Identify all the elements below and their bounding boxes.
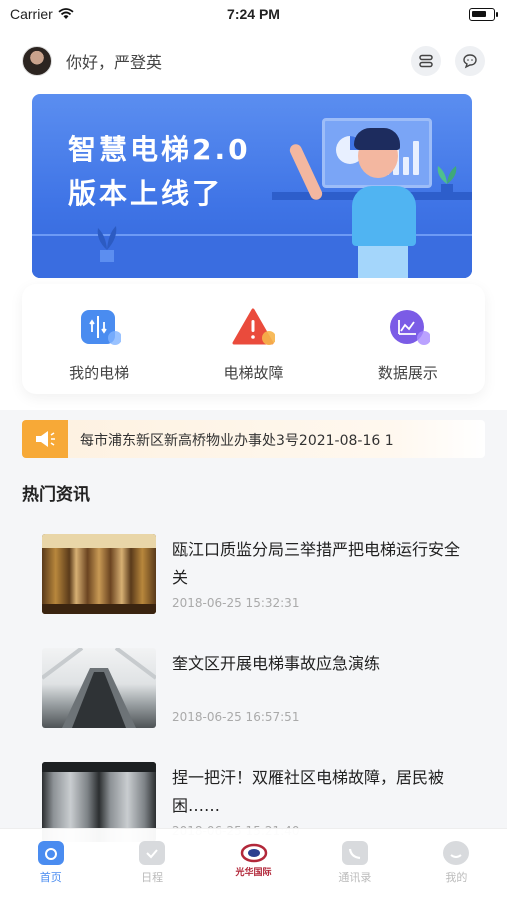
quick-data-display[interactable]: 数据展示 <box>331 284 485 394</box>
header-actions <box>411 46 485 76</box>
chart-icon <box>389 310 430 345</box>
tab-brand[interactable]: 光华国际 <box>203 829 304 900</box>
quick-my-elevator[interactable]: 我的电梯 <box>22 284 176 394</box>
legs-illustration <box>358 244 408 278</box>
avatar[interactable] <box>22 46 52 76</box>
news-section-title: 热门资讯 <box>22 485 90 505</box>
tab-bar: 首页 日程 光华国际 通讯录 我的 <box>0 828 507 900</box>
battery-icon <box>469 8 498 21</box>
banner-title: 智慧电梯2.0 版本上线了 <box>68 128 251 216</box>
elevator-icon <box>81 310 122 345</box>
tab-schedule[interactable]: 日程 <box>101 829 202 900</box>
tab-contacts[interactable]: 通讯录 <box>304 829 405 900</box>
news-date: 2018-06-25 15:32:31 <box>172 596 300 610</box>
plant-illustration <box>97 226 117 262</box>
tab-profile[interactable]: 我的 <box>406 829 507 900</box>
quick-label: 数据展示 <box>377 364 438 382</box>
tab-home[interactable]: 首页 <box>0 829 101 900</box>
warning-icon <box>232 308 276 345</box>
banner-line-2: 版本上线了 <box>68 177 224 210</box>
notice-text: 每市浦东新区新高桥物业办事处3号2021-08-16 1 <box>80 433 394 449</box>
status-bar: Carrier 7:24 PM <box>0 0 507 30</box>
hair-illustration <box>354 128 400 150</box>
plant-illustration <box>437 166 457 194</box>
scan-button[interactable] <box>411 46 441 76</box>
greeting-text: 你好，严登英 <box>66 53 163 72</box>
scan-icon <box>419 54 433 68</box>
news-date: 2018-06-25 16:57:51 <box>172 710 300 724</box>
news-thumbnail <box>42 534 156 614</box>
news-title: 瓯江口质监分局三举措严把电梯运行安全关 <box>172 540 461 587</box>
greeting-row: 你好，严登英 <box>22 46 485 76</box>
megaphone-icon <box>22 420 68 458</box>
banner-line-1: 智慧电梯2.0 <box>68 133 251 166</box>
notice-bar[interactable]: 每市浦东新区新高桥物业办事处3号2021-08-16 1 <box>22 420 485 458</box>
profile-icon <box>443 841 470 865</box>
chat-bubble-icon <box>463 54 477 69</box>
person-illustration <box>352 186 416 246</box>
tab-label: 光华国际 <box>235 868 272 878</box>
quick-elevator-fault[interactable]: 电梯故障 <box>176 284 330 394</box>
news-title: 捏一把汗！双雁社区电梯故障，居民被困…… <box>172 768 445 815</box>
quick-label: 电梯故障 <box>223 364 284 382</box>
brand-logo-icon <box>240 843 267 863</box>
clock: 7:24 PM <box>227 6 280 22</box>
quick-label: 我的电梯 <box>69 364 130 382</box>
phone-icon <box>341 841 368 865</box>
home-header: 你好，严登英 智慧电梯2.0 版本上线了 我的电梯 电梯故障 数据展示 <box>0 30 507 410</box>
tab-label: 我的 <box>445 871 468 884</box>
tab-label: 首页 <box>39 871 62 884</box>
news-item[interactable]: 奎文区开展电梯事故应急演练 2018-06-25 16:57:51 <box>42 648 472 730</box>
news-thumbnail <box>42 648 156 728</box>
tab-label: 日程 <box>141 871 164 884</box>
news-title: 奎文区开展电梯事故应急演练 <box>172 654 381 673</box>
tab-label: 通讯录 <box>338 871 372 884</box>
quick-actions: 我的电梯 电梯故障 数据展示 <box>22 284 485 394</box>
message-button[interactable] <box>455 46 485 76</box>
calendar-icon <box>139 841 166 865</box>
news-item[interactable]: 瓯江口质监分局三举措严把电梯运行安全关 2018-06-25 15:32:31 <box>42 534 472 616</box>
home-icon <box>37 841 64 865</box>
promo-banner[interactable]: 智慧电梯2.0 版本上线了 <box>32 94 472 278</box>
